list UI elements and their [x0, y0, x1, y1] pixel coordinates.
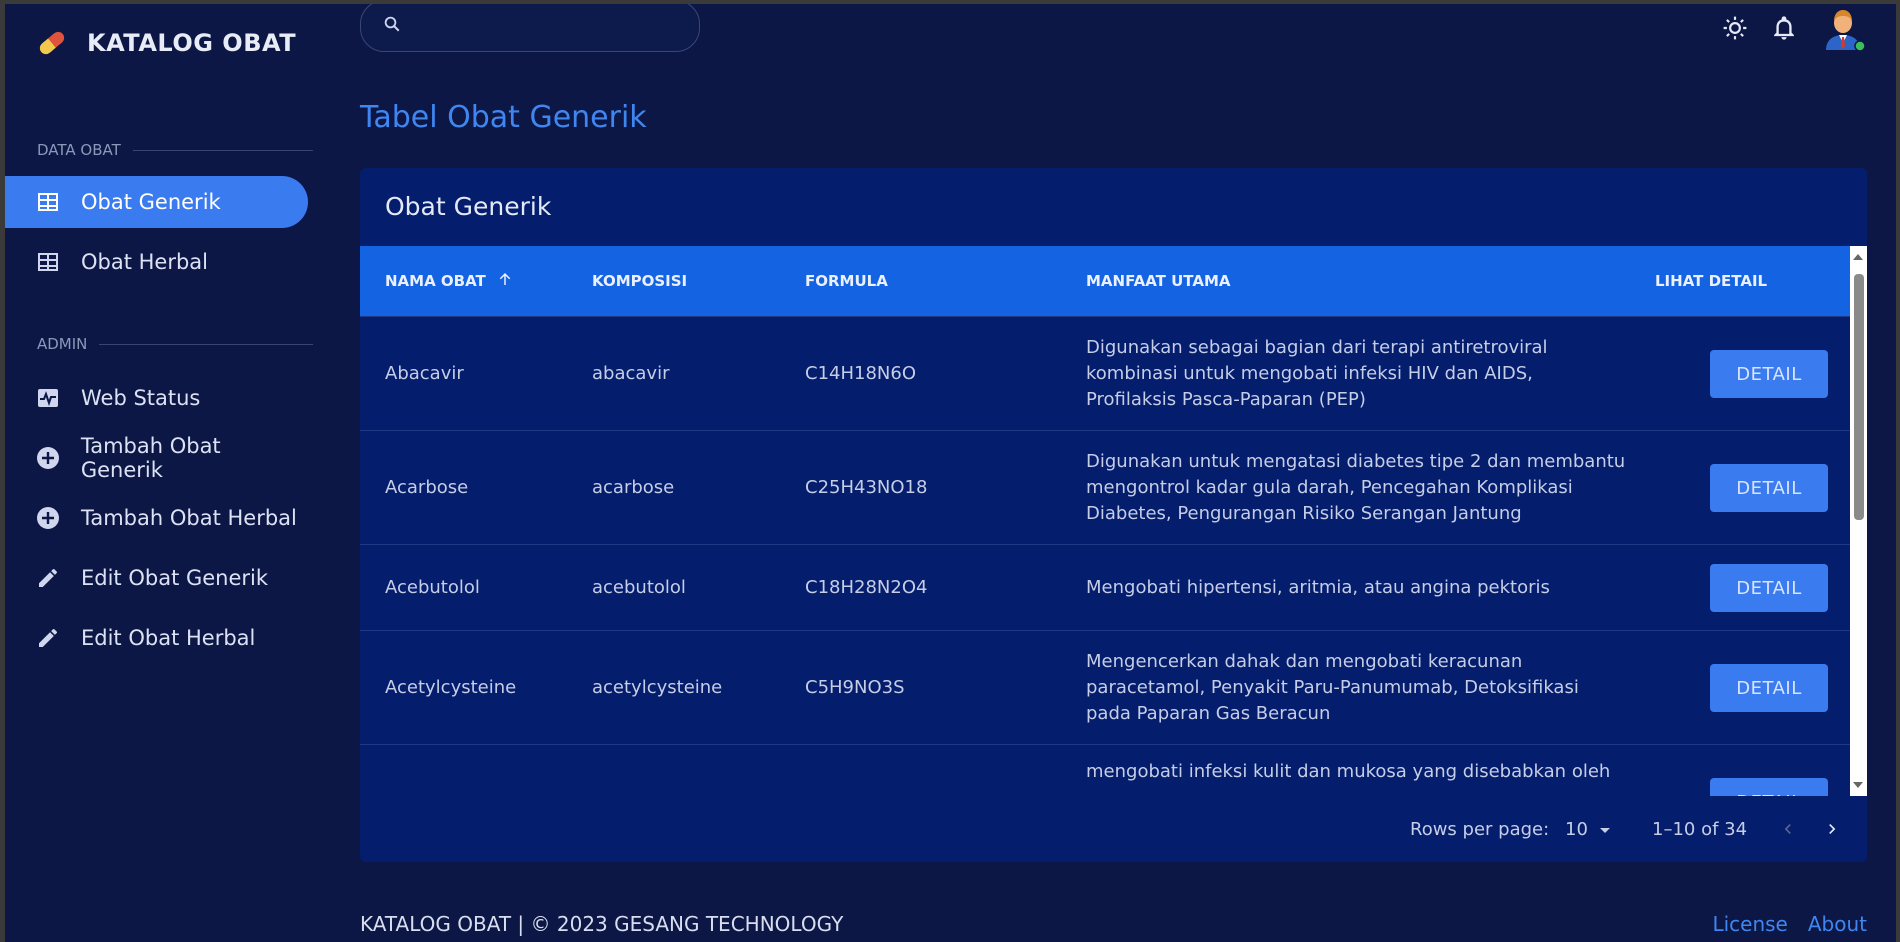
cell-formula: C5H9NO3S: [805, 677, 905, 698]
column-header-manfaat-utama: MANFAAT UTAMA: [1086, 246, 1231, 316]
section-label: DATA OBAT: [37, 141, 121, 159]
rows-per-page-select[interactable]: 10: [1565, 796, 1612, 862]
detail-button[interactable]: DETAIL: [1710, 664, 1828, 712]
pencil-icon: [35, 565, 61, 591]
search-input[interactable]: [415, 16, 675, 36]
table-row: Acebutolol acebutolol C18H28N2O4 Mengoba…: [360, 544, 1850, 630]
cell-komposisi: abacavir: [592, 363, 670, 384]
sidebar: KATALOG OBAT DATA OBAT Obat Generik Obat…: [5, 4, 313, 942]
table-row: Acarbose acarbose C25H43NO18 Digunakan u…: [360, 430, 1850, 544]
brand[interactable]: KATALOG OBAT: [35, 26, 296, 60]
notification-bell-icon[interactable]: [1770, 14, 1798, 42]
cell-formula: C14H18N6O: [805, 363, 916, 384]
table-scrollbar[interactable]: [1850, 246, 1867, 796]
cell-manfaat-utama: mengobati infeksi kulit dan mukosa yang …: [1086, 761, 1611, 782]
divider: [132, 149, 313, 151]
column-label: KOMPOSISI: [592, 272, 688, 290]
sidebar-item-label: Tambah Obat Generik: [80, 434, 221, 482]
table-row: Abacavir abacavir C14H18N6O Digunakan se…: [360, 316, 1850, 430]
table-header: NAMA OBAT KOMPOSISI FORMULA MANFAAT UTAM…: [360, 246, 1850, 316]
avatar[interactable]: [1820, 6, 1866, 52]
sidebar-item-label: Edit Obat Generik: [81, 566, 269, 590]
table-icon: [35, 249, 61, 275]
about-link[interactable]: About: [1808, 912, 1867, 936]
detail-button[interactable]: DETAIL: [1710, 564, 1828, 612]
cell-formula: C18H28N2O4: [805, 577, 928, 598]
license-link[interactable]: License: [1712, 912, 1787, 936]
page-range: 1–10 of 34: [1652, 818, 1748, 840]
rows-per-page-label: Rows per page:: [1410, 818, 1550, 840]
scroll-down-arrow-icon[interactable]: [1853, 782, 1863, 788]
sidebar-item-edit-obat-herbal[interactable]: Edit Obat Herbal: [5, 612, 308, 664]
column-header-formula: FORMULA: [805, 246, 888, 316]
scrollbar-thumb[interactable]: [1854, 274, 1864, 520]
column-header-lihat-detail: LIHAT DETAIL: [1655, 246, 1767, 316]
add-circle-icon: [35, 505, 61, 531]
sidebar-item-label: Obat Herbal: [81, 250, 209, 274]
page-title: Tabel Obat Generik: [360, 100, 647, 135]
pencil-icon: [35, 625, 61, 651]
column-label: FORMULA: [805, 272, 888, 290]
pagination: Rows per page: 10 1–10 of 34: [360, 796, 1867, 862]
section-admin: ADMIN: [5, 334, 313, 354]
sort-arrow-up-icon[interactable]: [496, 270, 514, 292]
column-label: LIHAT DETAIL: [1655, 272, 1768, 290]
scroll-up-arrow-icon[interactable]: [1853, 254, 1863, 260]
cell-komposisi: acebutolol: [592, 577, 686, 598]
cell-manfaat-utama: Digunakan untuk mengatasi diabetes tipe …: [1086, 451, 1626, 524]
app-window: KATALOG OBAT DATA OBAT Obat Generik Obat…: [5, 4, 1896, 942]
detail-button[interactable]: DETAIL: [1710, 350, 1828, 398]
sidebar-item-label: Obat Generik: [81, 190, 221, 214]
cell-nama-obat: Acarbose: [385, 477, 469, 498]
column-header-komposisi: KOMPOSISI: [592, 246, 687, 316]
pulse-icon: [35, 385, 61, 411]
prev-page-icon[interactable]: [1778, 796, 1798, 862]
cell-formula: C25H43NO18: [805, 477, 928, 498]
sidebar-item-label: Edit Obat Herbal: [81, 626, 256, 650]
sidebar-item-label: Web Status: [81, 386, 201, 410]
sidebar-item-tambah-obat-herbal[interactable]: Tambah Obat Herbal: [5, 492, 308, 544]
cell-manfaat-utama: Mengobati hipertensi, aritmia, atau angi…: [1086, 577, 1550, 598]
divider: [99, 343, 313, 345]
sidebar-item-tambah-obat-generik[interactable]: Tambah Obat Generik: [5, 432, 308, 484]
dropdown-arrow-icon: [1598, 819, 1612, 840]
cell-manfaat-utama: Mengencerkan dahak dan mengobati keracun…: [1086, 651, 1579, 724]
rows-per-page-value: 10: [1565, 818, 1588, 840]
table-row: Acetylcysteine acetylcysteine C5H9NO3S M…: [360, 630, 1850, 744]
user-avatar-icon: [1826, 10, 1866, 52]
column-label: MANFAAT UTAMA: [1086, 272, 1231, 290]
cell-nama-obat: Abacavir: [385, 363, 464, 384]
sidebar-item-web-status[interactable]: Web Status: [5, 372, 308, 424]
cell-nama-obat: Acebutolol: [385, 577, 480, 598]
footer: KATALOG OBAT | © 2023 GESANG TECHNOLOGY …: [360, 912, 1867, 936]
detail-button[interactable]: DETAIL: [1710, 464, 1828, 512]
column-header-nama-obat[interactable]: NAMA OBAT: [385, 246, 514, 316]
sidebar-item-edit-obat-generik[interactable]: Edit Obat Generik: [5, 552, 308, 604]
pill-logo-icon: [35, 26, 69, 60]
footer-text: KATALOG OBAT | © 2023 GESANG TECHNOLOGY: [360, 912, 844, 936]
add-circle-icon: [35, 445, 61, 471]
card-title: Obat Generik: [385, 192, 552, 221]
table-icon: [35, 189, 61, 215]
cell-komposisi: acetylcysteine: [592, 677, 723, 698]
sidebar-item-label: Tambah Obat Herbal: [81, 506, 297, 530]
table-row: mengobati infeksi kulit dan mukosa yang …: [360, 744, 1850, 796]
search-bar[interactable]: [360, 4, 700, 52]
cell-manfaat-utama: Digunakan sebagai bagian dari terapi ant…: [1086, 337, 1548, 410]
section-label: ADMIN: [37, 335, 88, 353]
brightness-icon[interactable]: [1722, 15, 1748, 41]
sidebar-item-obat-generik[interactable]: Obat Generik: [5, 176, 308, 228]
section-data-obat: DATA OBAT: [5, 140, 313, 160]
app-title: KATALOG OBAT: [87, 29, 297, 57]
cell-komposisi: acarbose: [592, 477, 675, 498]
detail-button[interactable]: DETAIL: [1710, 778, 1828, 796]
sidebar-item-obat-herbal[interactable]: Obat Herbal: [5, 236, 308, 288]
column-label: NAMA OBAT: [385, 272, 486, 290]
cell-nama-obat: Acetylcysteine: [385, 677, 517, 698]
data-card: Obat Generik NAMA OBAT KOMPOSISI FORMULA…: [360, 168, 1867, 862]
search-icon: [383, 15, 401, 37]
data-table: NAMA OBAT KOMPOSISI FORMULA MANFAAT UTAM…: [360, 246, 1867, 796]
next-page-icon[interactable]: [1822, 796, 1842, 862]
